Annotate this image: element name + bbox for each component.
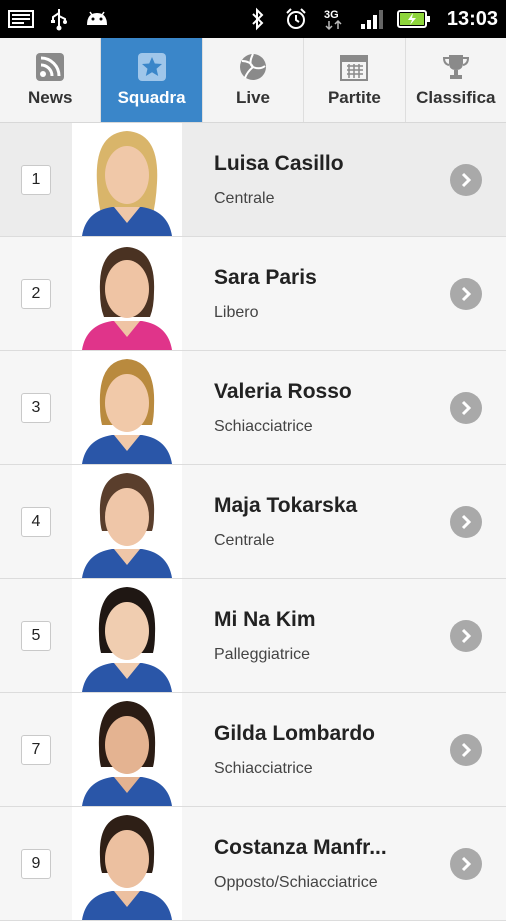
chevron-right-icon[interactable] — [450, 619, 482, 652]
player-role: Schiacciatrice — [214, 417, 313, 435]
tab-news[interactable]: News — [0, 38, 102, 122]
player-photo — [72, 351, 182, 464]
tab-news-label: News — [27, 88, 73, 107]
player-name: Costanza Manfr... — [214, 835, 387, 859]
tab-bar: News Squadra Live Partite Classifica — [0, 38, 506, 123]
number-cell: 1 — [0, 164, 72, 195]
list-item[interactable]: 2 Sara Paris Libero — [0, 237, 506, 351]
trophy-icon — [441, 52, 471, 82]
player-info: Maja Tokarska Centrale — [182, 494, 450, 550]
alarm-icon — [283, 8, 309, 30]
battery-charging-icon — [396, 8, 431, 30]
chevron-right-icon[interactable] — [450, 391, 482, 424]
player-number: 4 — [21, 506, 51, 537]
list-item[interactable]: 1 Luisa Casillo Centrale — [0, 123, 506, 237]
player-role: Centrale — [214, 531, 275, 549]
list-item[interactable]: 5 Mi Na Kim Palleggiatrice — [0, 579, 506, 693]
screenshot-icon — [8, 8, 34, 30]
rss-icon — [35, 52, 65, 82]
volleyball-icon — [238, 52, 268, 82]
tab-live-label: Live — [236, 88, 271, 107]
number-cell: 4 — [0, 506, 72, 537]
player-name: Valeria Rosso — [214, 379, 352, 403]
number-cell: 9 — [0, 848, 72, 879]
player-info: Valeria Rosso Schiacciatrice — [182, 380, 450, 436]
player-role: Schiacciatrice — [214, 759, 313, 777]
network-type-label: 3G — [324, 9, 339, 21]
number-cell: 7 — [0, 734, 72, 765]
chevron-right-icon[interactable] — [450, 505, 482, 538]
player-number: 3 — [21, 392, 51, 423]
tab-partite[interactable]: Partite — [304, 38, 406, 122]
clock: 13:03 — [446, 7, 498, 30]
player-role: Palleggiatrice — [214, 645, 311, 663]
chevron-right-icon[interactable] — [450, 163, 482, 196]
tab-partite-label: Partite — [327, 88, 381, 107]
signal-icon — [359, 8, 385, 30]
chevron-right-icon[interactable] — [450, 277, 482, 310]
player-info: Mi Na Kim Palleggiatrice — [182, 608, 450, 664]
player-number: 9 — [21, 848, 51, 879]
bluetooth-icon — [245, 7, 271, 31]
network-3g-icon: 3G — [321, 8, 347, 31]
arrow-cell — [450, 505, 506, 538]
player-number: 7 — [21, 734, 51, 765]
status-bar: 3G 13:03 — [0, 0, 506, 38]
android-icon — [84, 8, 110, 30]
player-info: Sara Paris Libero — [182, 266, 450, 322]
player-info: Costanza Manfr... Opposto/Schiacciatrice — [182, 836, 450, 892]
chevron-right-icon[interactable] — [450, 847, 482, 880]
arrow-cell — [450, 619, 506, 652]
tab-classifica-label: Classifica — [416, 88, 496, 107]
player-photo — [72, 123, 182, 236]
list-item[interactable]: 7 Gilda Lombardo Schiacciatrice — [0, 693, 506, 807]
player-info: Gilda Lombardo Schiacciatrice — [182, 722, 450, 778]
tab-squadra[interactable]: Squadra — [101, 38, 203, 122]
arrow-cell — [450, 163, 506, 196]
status-bar-right: 3G 13:03 — [245, 8, 498, 31]
chevron-right-icon[interactable] — [450, 733, 482, 766]
player-name: Maja Tokarska — [214, 493, 358, 517]
player-list: 1 Luisa Casillo Centrale 2 Sara Paris Li… — [0, 123, 506, 921]
player-photo — [72, 693, 182, 806]
player-photo — [72, 807, 182, 920]
player-number: 5 — [21, 620, 51, 651]
tab-squadra-label: Squadra — [117, 88, 186, 107]
player-role: Opposto/Schiacciatrice — [214, 873, 378, 891]
player-number: 1 — [21, 164, 51, 195]
player-info: Luisa Casillo Centrale — [182, 152, 450, 208]
player-name: Sara Paris — [214, 265, 317, 289]
arrow-cell — [450, 277, 506, 310]
number-cell: 2 — [0, 278, 72, 309]
player-name: Gilda Lombardo — [214, 721, 376, 745]
player-role: Libero — [214, 303, 259, 321]
tab-classifica[interactable]: Classifica — [406, 38, 506, 122]
usb-icon — [46, 8, 72, 31]
calendar-icon — [339, 52, 369, 82]
team-star-icon — [137, 52, 167, 82]
list-item[interactable]: 3 Valeria Rosso Schiacciatrice — [0, 351, 506, 465]
player-name: Luisa Casillo — [214, 151, 344, 175]
arrow-cell — [450, 733, 506, 766]
number-cell: 3 — [0, 392, 72, 423]
player-photo — [72, 465, 182, 578]
status-bar-left — [8, 8, 110, 31]
number-cell: 5 — [0, 620, 72, 651]
player-photo — [72, 579, 182, 692]
player-photo — [72, 237, 182, 350]
player-number: 2 — [21, 278, 51, 309]
player-name: Mi Na Kim — [214, 607, 316, 631]
player-role: Centrale — [214, 189, 275, 207]
list-item[interactable]: 4 Maja Tokarska Centrale — [0, 465, 506, 579]
list-item[interactable]: 9 Costanza Manfr... Opposto/Schiacciatri… — [0, 807, 506, 921]
arrow-cell — [450, 391, 506, 424]
tab-live[interactable]: Live — [203, 38, 305, 122]
arrow-cell — [450, 847, 506, 880]
